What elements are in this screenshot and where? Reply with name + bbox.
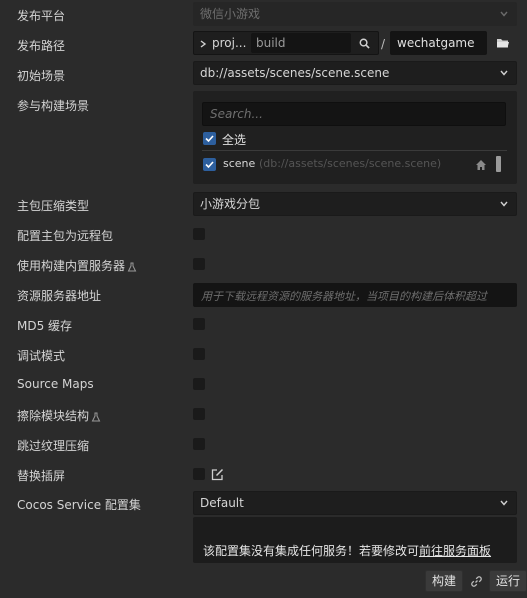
scene-path: (db://assets/scenes/scene.scene) <box>259 157 442 170</box>
build-path-label: 发布路径 <box>17 39 66 53</box>
remote-main-checkbox[interactable] <box>193 228 205 240</box>
splash-label: 替换插屏 <box>17 469 66 483</box>
chevron-right-icon[interactable] <box>199 40 207 48</box>
md5-checkbox[interactable] <box>193 318 205 330</box>
row-build-scenes: 参与构建场景 Search... 全选 scene (db://assets/s… <box>0 90 527 190</box>
home-icon[interactable] <box>475 159 487 171</box>
service-panel-link[interactable]: 前往服务面板 <box>419 544 491 558</box>
source-maps-label: Source Maps <box>17 377 94 391</box>
row-erase-modules: 擦除模块结构 <box>0 400 527 430</box>
lab-flask-icon <box>127 262 137 271</box>
build-folder-input[interactable]: wechatgame <box>390 31 487 55</box>
cocos-service-value: Default <box>200 496 244 510</box>
select-all-checkbox[interactable] <box>203 132 216 145</box>
server-address-label: 资源服务器地址 <box>17 289 102 303</box>
row-compression: 主包压缩类型 小游戏分包 <box>0 190 527 220</box>
platform-label: 发布平台 <box>17 9 66 23</box>
build-path-value: build <box>256 36 286 50</box>
scene-name: scene <box>223 157 256 170</box>
start-scene-value: db://assets/scenes/scene.scene <box>200 66 390 80</box>
chevron-down-icon <box>500 11 508 17</box>
scene-checkbox[interactable] <box>203 158 216 171</box>
row-builtin-server: 使用构建内置服务器 <box>0 250 527 280</box>
compression-select[interactable]: 小游戏分包 <box>193 192 517 216</box>
scene-drag-handle[interactable] <box>496 156 501 172</box>
edit-icon[interactable] <box>211 468 224 481</box>
md5-label: MD5 缓存 <box>17 319 73 333</box>
row-remote-main: 配置主包为远程包 <box>0 220 527 250</box>
row-skip-texture: 跳过纹理压缩 <box>0 430 527 460</box>
scene-list-item[interactable]: scene (db://assets/scenes/scene.scene) <box>193 153 517 177</box>
folder-icon <box>497 39 509 48</box>
start-scene-label: 初始场景 <box>17 69 66 83</box>
scene-search-placeholder: Search... <box>210 107 263 121</box>
cocos-service-select[interactable]: Default <box>193 491 517 515</box>
builtin-server-label: 使用构建内置服务器 <box>17 259 126 273</box>
service-notice-text: 该配置集没有集成任何服务！若要修改可前往服务面板 <box>203 542 491 559</box>
chevron-down-icon <box>500 201 508 207</box>
row-start-scene: 初始场景 db://assets/scenes/scene.scene <box>0 60 527 90</box>
server-address-placeholder: 用于下载远程资源的服务器地址，当项目的构建后体积超过 <box>201 290 487 303</box>
cocos-service-label: Cocos Service 配置集 <box>17 498 141 512</box>
server-address-input[interactable]: 用于下载远程资源的服务器地址，当项目的构建后体积超过 <box>193 283 517 307</box>
skip-texture-checkbox[interactable] <box>193 438 205 450</box>
splash-checkbox[interactable] <box>193 468 205 480</box>
skip-texture-label: 跳过纹理压缩 <box>17 439 90 453</box>
select-all-label: 全选 <box>222 133 247 147</box>
check-icon <box>205 161 214 169</box>
compression-label: 主包压缩类型 <box>17 199 90 213</box>
build-button[interactable]: 构建 <box>425 570 463 592</box>
build-path-input[interactable]: build <box>251 33 351 53</box>
service-notice-panel: 该配置集没有集成任何服务！若要修改可前往服务面板 <box>193 517 517 563</box>
row-build-path: 发布路径 proj... build / wechatgame <box>0 30 527 60</box>
chevron-down-icon <box>500 70 508 76</box>
row-server-address: 资源服务器地址 用于下载远程资源的服务器地址，当项目的构建后体积超过 <box>0 280 527 310</box>
row-md5: MD5 缓存 <box>0 310 527 340</box>
lab-flask-icon <box>91 412 101 421</box>
folder-button[interactable] <box>489 31 517 55</box>
scene-list-panel: Search... 全选 scene (db://assets/scenes/s… <box>193 91 517 184</box>
row-source-maps: Source Maps <box>0 370 527 400</box>
source-maps-checkbox[interactable] <box>193 378 205 390</box>
chevron-down-icon <box>500 500 508 506</box>
remote-main-label: 配置主包为远程包 <box>17 229 114 243</box>
builtin-server-label-wrap: 使用构建内置服务器 <box>17 257 137 274</box>
debug-checkbox[interactable] <box>193 348 205 360</box>
build-path-protocol[interactable]: proj... <box>212 36 246 50</box>
build-path-group: proj... build <box>193 31 379 55</box>
scene-list-divider <box>202 150 507 151</box>
start-scene-select[interactable]: db://assets/scenes/scene.scene <box>193 61 517 85</box>
path-separator: / <box>381 37 386 51</box>
run-button[interactable]: 运行 <box>489 570 527 592</box>
platform-value: 微信小游戏 <box>200 7 261 21</box>
link-icon[interactable] <box>470 575 483 588</box>
compression-value: 小游戏分包 <box>200 197 261 211</box>
check-icon <box>205 135 214 143</box>
row-platform: 发布平台 微信小游戏 <box>0 0 527 30</box>
row-splash: 替换插屏 <box>0 460 527 490</box>
debug-label: 调试模式 <box>17 349 66 363</box>
search-icon[interactable] <box>359 38 370 49</box>
erase-modules-label-wrap: 擦除模块结构 <box>17 407 101 424</box>
erase-modules-checkbox[interactable] <box>193 408 205 420</box>
row-debug: 调试模式 <box>0 340 527 370</box>
build-scenes-label: 参与构建场景 <box>17 99 90 113</box>
build-folder-value: wechatgame <box>397 36 475 50</box>
service-notice-message: 该配置集没有集成任何服务！若要修改可 <box>203 544 420 558</box>
erase-modules-label: 擦除模块结构 <box>17 409 90 423</box>
platform-select[interactable]: 微信小游戏 <box>193 2 517 26</box>
scene-search-input[interactable]: Search... <box>202 102 506 126</box>
builtin-server-checkbox[interactable] <box>193 258 205 270</box>
row-cocos-service: Cocos Service 配置集 Default <box>0 489 527 519</box>
